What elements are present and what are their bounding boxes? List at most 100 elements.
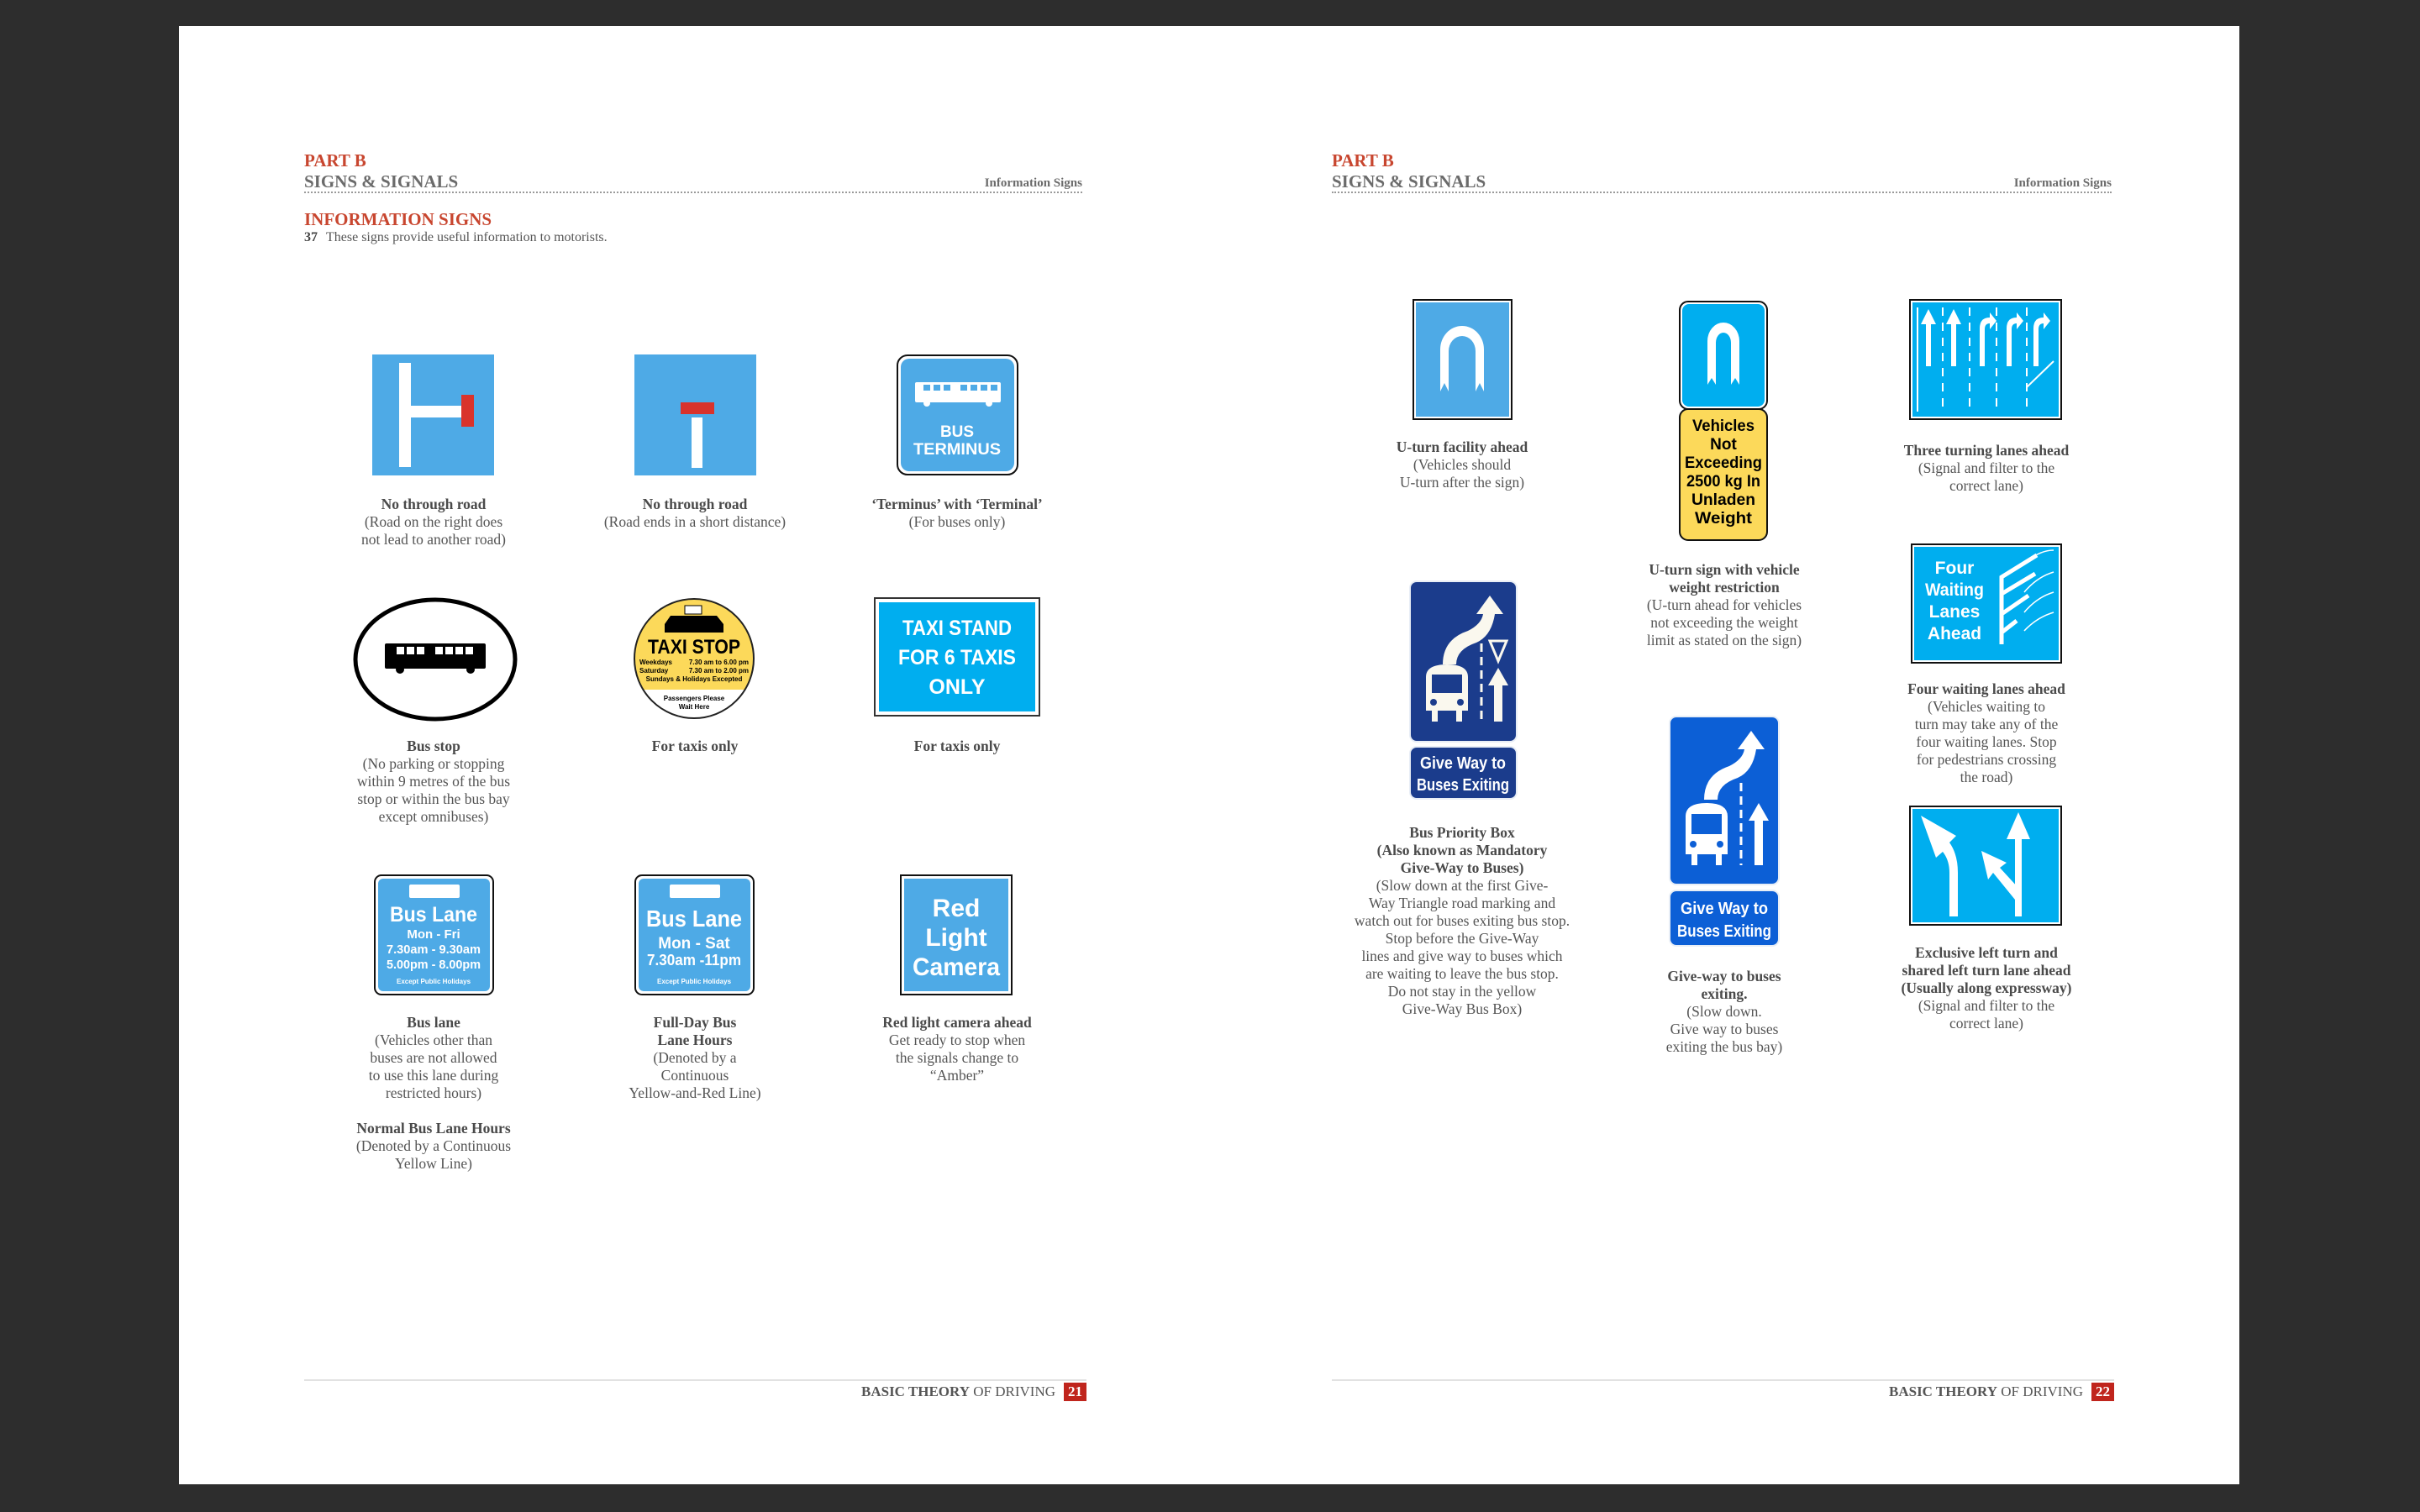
- taxi-stand-sign: TAXI STAND FOR 6 TAXIS ONLY: [874, 597, 1040, 717]
- caption-title: ‘Terminus’ with ‘Terminal’: [871, 496, 1043, 512]
- bus-stop-sign: [353, 597, 518, 722]
- sign-text: Waiting: [1925, 580, 1984, 600]
- sign-text: Camera: [913, 953, 1000, 981]
- sign-text: Buses Exiting: [1417, 776, 1509, 795]
- caption-title: U-turn sign with vehicle: [1649, 561, 1800, 578]
- caption-title: U-turn facility ahead: [1396, 438, 1528, 455]
- header-topic: Information Signs: [984, 176, 1082, 190]
- sign-text: 7.30 am to 2.00 pm: [689, 667, 749, 675]
- footer-divider: [1332, 1379, 2114, 1381]
- sign-caption: Four waiting lanes ahead (Vehicles waitin…: [1827, 680, 2146, 786]
- section-label: SIGNS & SIGNALS: [304, 171, 459, 192]
- caption-description: correct lane): [1949, 1015, 2023, 1032]
- header-divider: [1332, 192, 2112, 193]
- caption-title: Red light camera ahead: [882, 1014, 1032, 1031]
- caption-title: shared left turn lane ahead: [1902, 962, 2071, 979]
- sign-text: Red: [933, 895, 981, 922]
- sign-text: BUS: [940, 423, 974, 441]
- no-through-road-right-sign: [372, 354, 494, 475]
- caption-title: Four waiting lanes ahead: [1907, 680, 2065, 697]
- caption-description: Way Triangle road marking and: [1368, 895, 1556, 911]
- caption-description: (Vehicles should: [1413, 456, 1512, 473]
- sign-text: Four: [1935, 559, 1975, 578]
- sign-text: Buses Exiting: [1677, 922, 1771, 941]
- caption-description: Stop before the Give-Way: [1385, 930, 1539, 947]
- sign-text: Unladen: [1691, 491, 1755, 509]
- sign-text: 5.00pm - 8.00pm: [387, 958, 481, 972]
- u-turn-sign: [1413, 299, 1512, 420]
- caption-title: Exclusive left turn and: [1915, 944, 2058, 961]
- intro-paragraph: 37 These signs provide useful information…: [304, 230, 608, 245]
- sign-text: Sundays & Holidays Excepted: [646, 675, 743, 683]
- part-label: PART B: [1332, 150, 1394, 171]
- red-light-camera-sign: Red Light Camera: [900, 874, 1013, 995]
- sign-text: Except Public Holidays: [657, 978, 732, 985]
- caption-description: lines and give way to buses which: [1361, 948, 1563, 964]
- caption-title: (Also known as Mandatory: [1376, 842, 1548, 858]
- sign-text: Bus Lane: [646, 906, 742, 932]
- sign-text: 7.30am - 9.30am: [387, 942, 481, 957]
- caption-description: not lead to another road): [360, 531, 507, 548]
- sign-text: Mon - Sat: [658, 935, 730, 953]
- sign-caption: U-turn sign with vehicle weight restricti…: [1565, 561, 1884, 649]
- sign-caption: Three turning lanes ahead (Signal and fil…: [1827, 442, 2146, 495]
- sign-text: Give Way to: [1420, 754, 1506, 773]
- sign-caption: U-turn facility ahead (Vehicles should U-t…: [1302, 438, 1622, 491]
- caption-description: (Signal and filter to the: [1918, 459, 2055, 476]
- caption-description: for pedestrians crossing: [1916, 751, 2057, 768]
- caption-description: correct lane): [1949, 477, 2023, 494]
- caption-description: (For buses only): [908, 513, 1006, 530]
- page-footer: BASIC THEORY OF DRIVING 21: [861, 1383, 1086, 1401]
- sign-text: TERMINUS: [913, 441, 1001, 459]
- header-divider: [304, 192, 1082, 193]
- page-footer: BASIC THEORY OF DRIVING 22: [1889, 1383, 2114, 1401]
- sign-text: Mon - Fri: [407, 927, 460, 942]
- caption-title: For taxis only: [913, 738, 1001, 754]
- give-way-buses-exiting-sign: Give Way to Buses Exiting: [1669, 716, 1780, 947]
- caption-title: Three turning lanes ahead: [1903, 442, 2070, 459]
- sign-text: Exceeding: [1685, 454, 1762, 472]
- sign-text: 2500 kg In: [1686, 473, 1760, 491]
- caption-description: Yellow-and-Red Line): [629, 1084, 761, 1101]
- caption-description: (Signal and filter to the: [1918, 997, 2055, 1014]
- sign-text: Vehicles: [1692, 417, 1754, 435]
- sign-text: TAXI STAND: [902, 617, 1012, 640]
- sign-text: Wait Here: [679, 703, 710, 711]
- sign-caption: Exclusive left turn and shared left turn …: [1827, 944, 2146, 1032]
- sign-text: TAXI STOP: [648, 636, 740, 659]
- caption-description: exiting the bus bay): [1665, 1038, 1783, 1055]
- caption-description: “Amber”: [929, 1067, 985, 1084]
- sign-text: Weekdays: [639, 659, 673, 666]
- bus-lane-sign: Bus Lane Mon - Fri 7.30am - 9.30am 5.00p…: [374, 874, 494, 995]
- footer-brand-rest: OF DRIVING: [973, 1383, 1055, 1399]
- caption-description: U-turn after the sign): [1399, 474, 1525, 491]
- page-title: INFORMATION SIGNS: [304, 209, 492, 229]
- caption-description: watch out for buses exiting bus stop.: [1354, 912, 1570, 929]
- sign-text: Give Way to: [1681, 900, 1768, 918]
- exclusive-left-turn-sign: [1909, 806, 2062, 926]
- caption-description: turn may take any of the: [1914, 716, 2059, 732]
- intro-text: These signs provide useful information t…: [326, 230, 608, 244]
- sign-caption: Red light camera ahead Get ready to stop …: [797, 1014, 1117, 1084]
- section-label: SIGNS & SIGNALS: [1332, 171, 1486, 192]
- sign-text: Passengers Please: [664, 695, 725, 702]
- sign-text: Not: [1710, 436, 1737, 454]
- caption-title: Normal Bus Lane Hours: [356, 1120, 511, 1137]
- caption-description: (No parking or stopping: [362, 755, 505, 772]
- caption-description: Yellow Line): [394, 1155, 473, 1172]
- sign-text: 7.30 am to 6.00 pm: [689, 659, 749, 666]
- caption-description: (U-turn ahead for vehicles: [1646, 596, 1802, 613]
- caption-description: except omnibuses): [378, 808, 489, 825]
- caption-description: the signals change to: [895, 1049, 1019, 1066]
- bus-terminus-sign: BUS TERMINUS: [897, 354, 1018, 475]
- page-number: 21: [1064, 1383, 1086, 1401]
- three-turning-lanes-sign: [1909, 299, 2062, 420]
- sign-text: FOR 6 TAXIS: [898, 646, 1016, 669]
- caption-title: Bus Priority Box: [1409, 824, 1515, 841]
- sign-caption: For taxis only: [797, 738, 1117, 755]
- sign-text: 7.30am -11pm: [647, 952, 741, 969]
- page-number: 22: [2091, 1383, 2114, 1401]
- footer-brand-bold: BASIC THEORY: [1889, 1383, 1997, 1399]
- footer-divider: [304, 1379, 1086, 1381]
